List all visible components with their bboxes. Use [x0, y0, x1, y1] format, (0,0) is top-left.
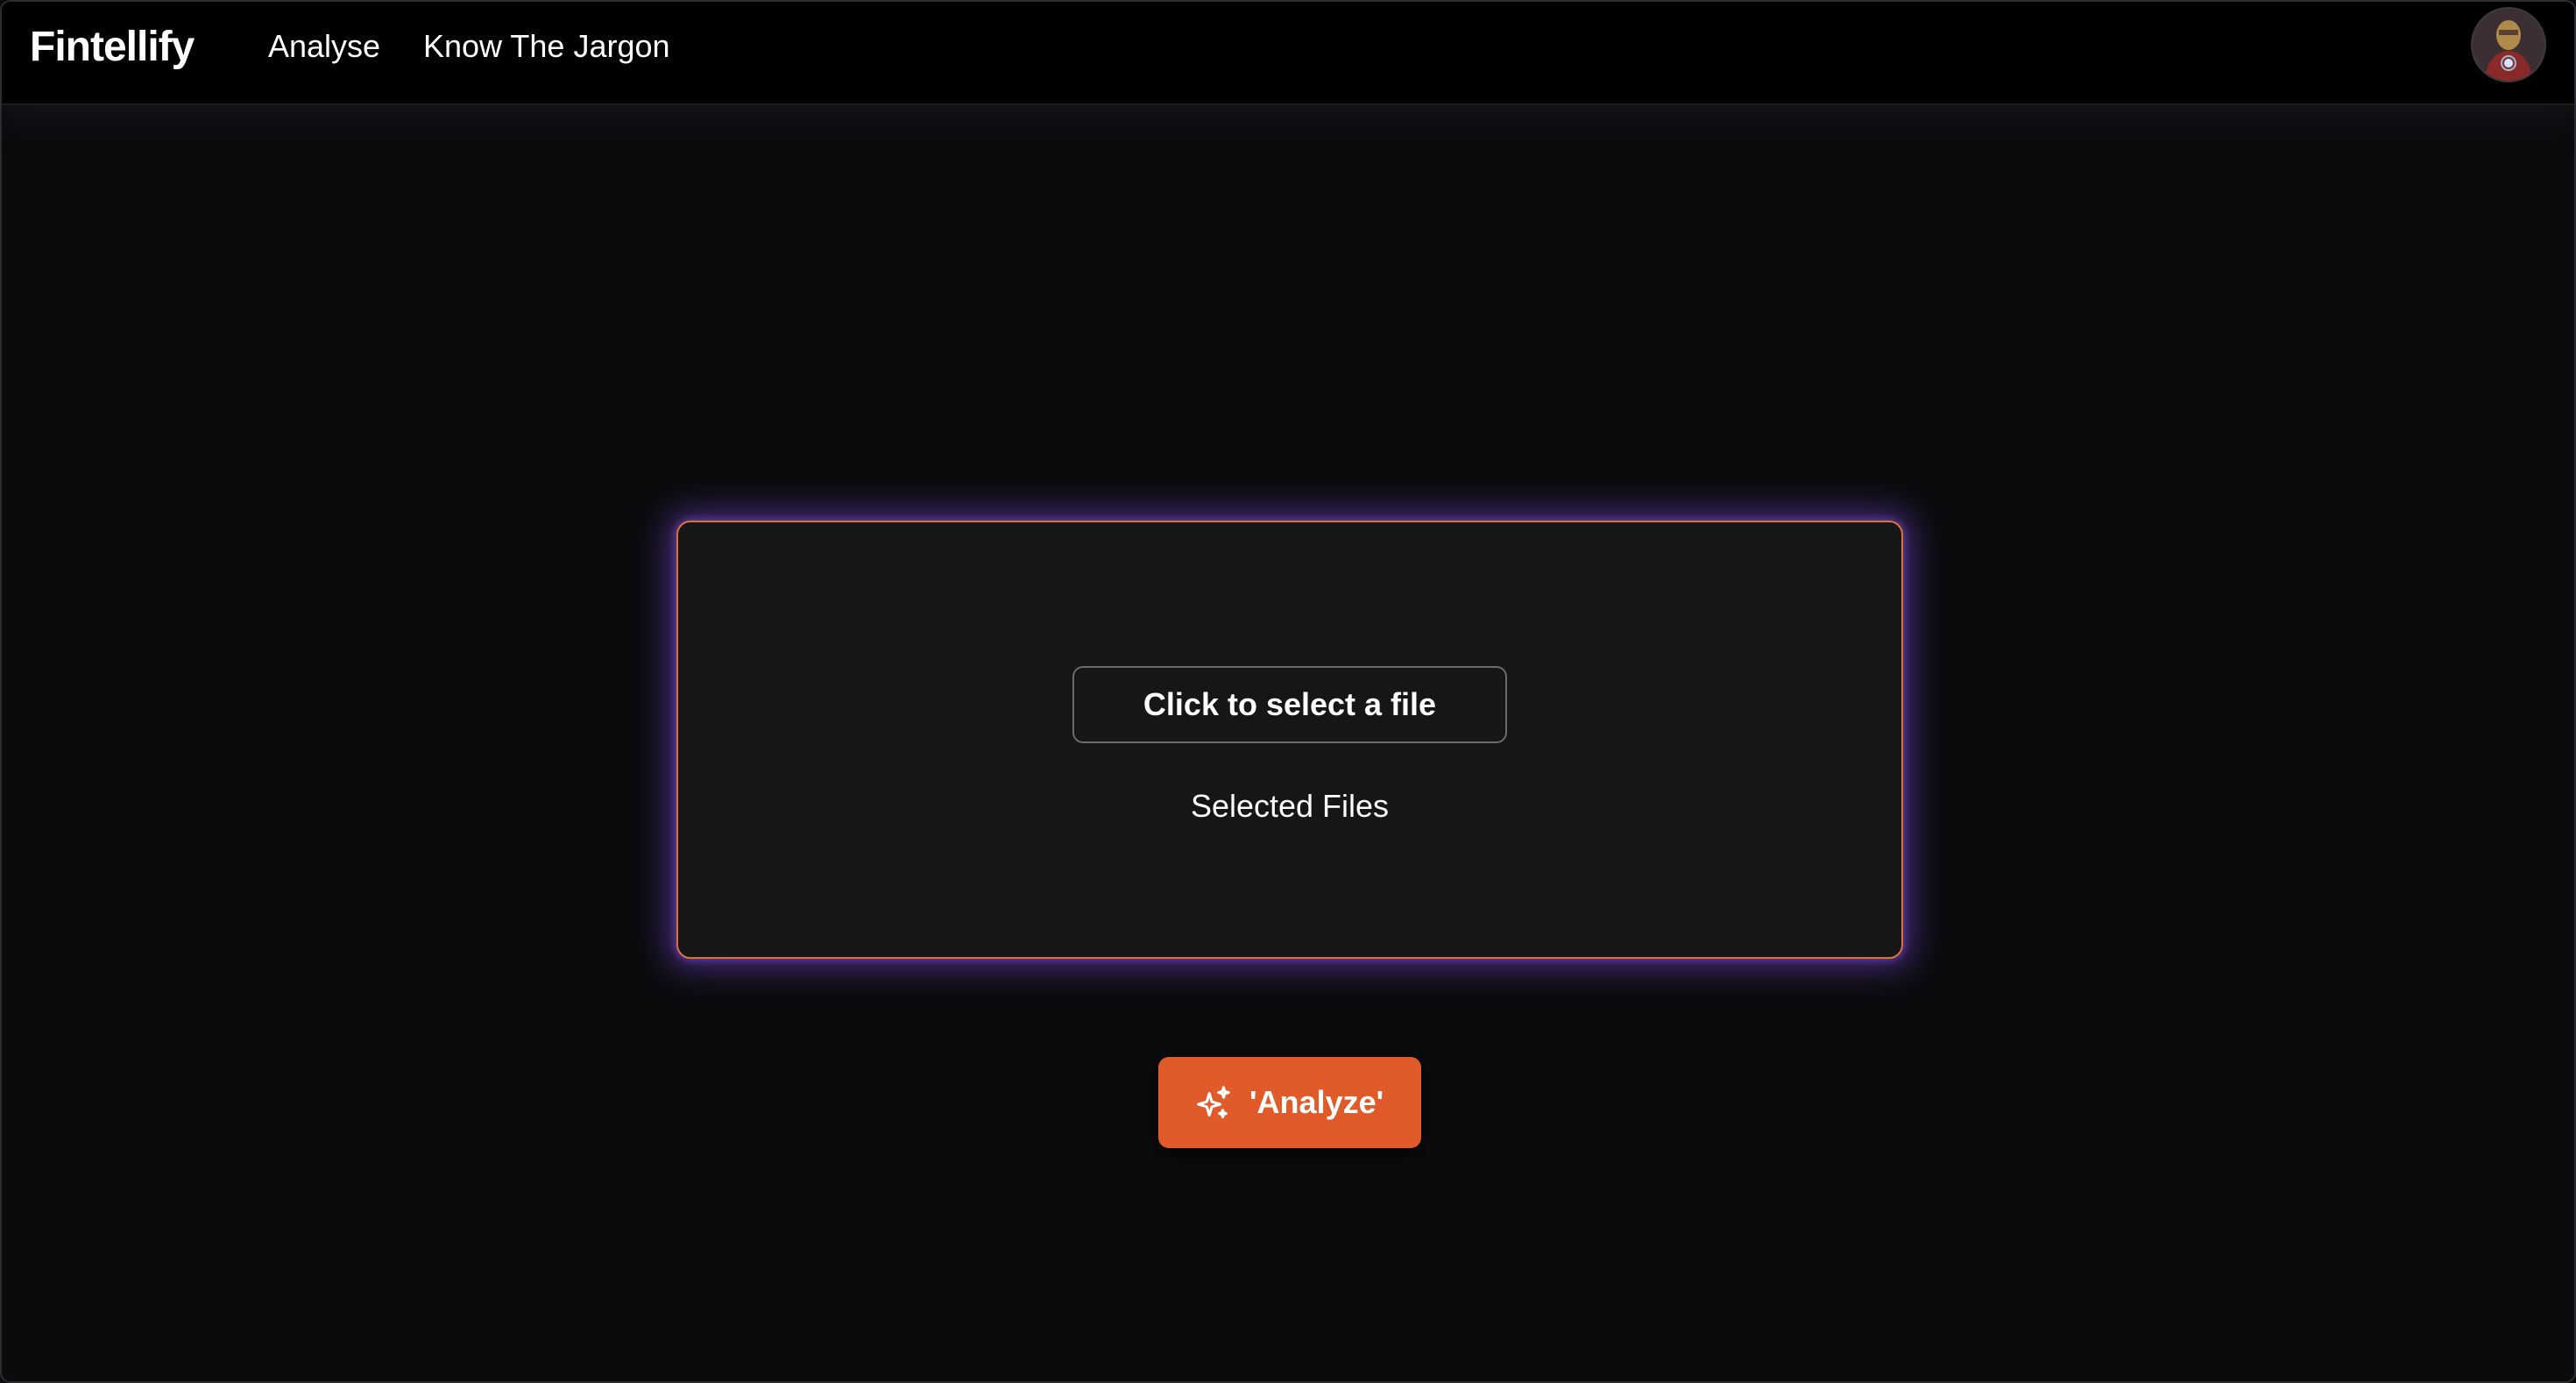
nav-link-analyse[interactable]: Analyse — [268, 26, 380, 67]
top-navbar: Fintellify Analyse Know The Jargon — [2, 2, 2574, 105]
analyze-button[interactable]: 'Analyze' — [1158, 1057, 1421, 1148]
select-file-button[interactable]: Click to select a file — [1072, 666, 1507, 743]
nav-link-know-the-jargon[interactable]: Know The Jargon — [423, 26, 670, 67]
user-avatar[interactable] — [2471, 7, 2546, 82]
avatar-image-icon — [2473, 9, 2544, 81]
app-window: Fintellify Analyse Know The Jargon Click… — [0, 0, 2576, 1383]
selected-files-label: Selected Files — [1190, 788, 1390, 824]
file-dropzone[interactable]: Click to select a file Selected Files — [676, 521, 1903, 959]
analyze-button-label: 'Analyze' — [1249, 1084, 1384, 1120]
brand-logo[interactable]: Fintellify — [30, 21, 195, 74]
sparkles-icon — [1197, 1086, 1230, 1118]
